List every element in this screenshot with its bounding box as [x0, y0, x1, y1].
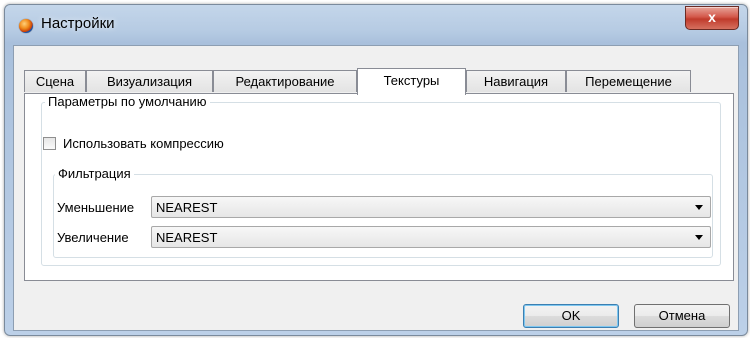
close-button[interactable]: x	[685, 6, 739, 30]
magnification-value: NEAREST	[156, 230, 218, 245]
minification-select[interactable]: NEAREST	[151, 196, 711, 218]
dialog-body: Сцена Визуализация Редактирование Тексту…	[13, 45, 739, 331]
tab-movement[interactable]: Перемещение	[566, 70, 691, 92]
minification-label: Уменьшение	[57, 200, 135, 215]
tab-scene[interactable]: Сцена	[24, 70, 86, 92]
title-bar[interactable]: Настройки x	[5, 5, 747, 45]
window-title: Настройки	[41, 15, 115, 32]
compression-checkbox[interactable]	[43, 137, 56, 150]
settings-dialog: Настройки x Сцена Визуализация Редактиро…	[4, 4, 748, 336]
chevron-down-icon	[695, 205, 703, 210]
tab-navigation[interactable]: Навигация	[466, 70, 566, 92]
magnification-select[interactable]: NEAREST	[151, 226, 711, 248]
magnification-label: Увеличение	[57, 230, 129, 245]
filtering-group-legend: Фильтрация	[55, 166, 134, 181]
compression-checkbox-label[interactable]: Использовать компрессию	[63, 136, 224, 151]
defaults-group-legend: Параметры по умолчанию	[45, 94, 210, 109]
cancel-button[interactable]: Отмена	[634, 304, 730, 328]
textures-tab-panel: Параметры по умолчанию Использовать комп…	[24, 93, 734, 281]
tab-strip: Сцена Визуализация Редактирование Тексту…	[24, 68, 734, 95]
ok-button[interactable]: OK	[523, 304, 619, 328]
minification-value: NEAREST	[156, 200, 218, 215]
tab-textures[interactable]: Текстуры	[357, 68, 466, 95]
chevron-down-icon	[695, 235, 703, 240]
app-globe-icon	[19, 19, 33, 33]
tab-editing[interactable]: Редактирование	[213, 70, 357, 92]
tab-visualization[interactable]: Визуализация	[86, 70, 213, 92]
